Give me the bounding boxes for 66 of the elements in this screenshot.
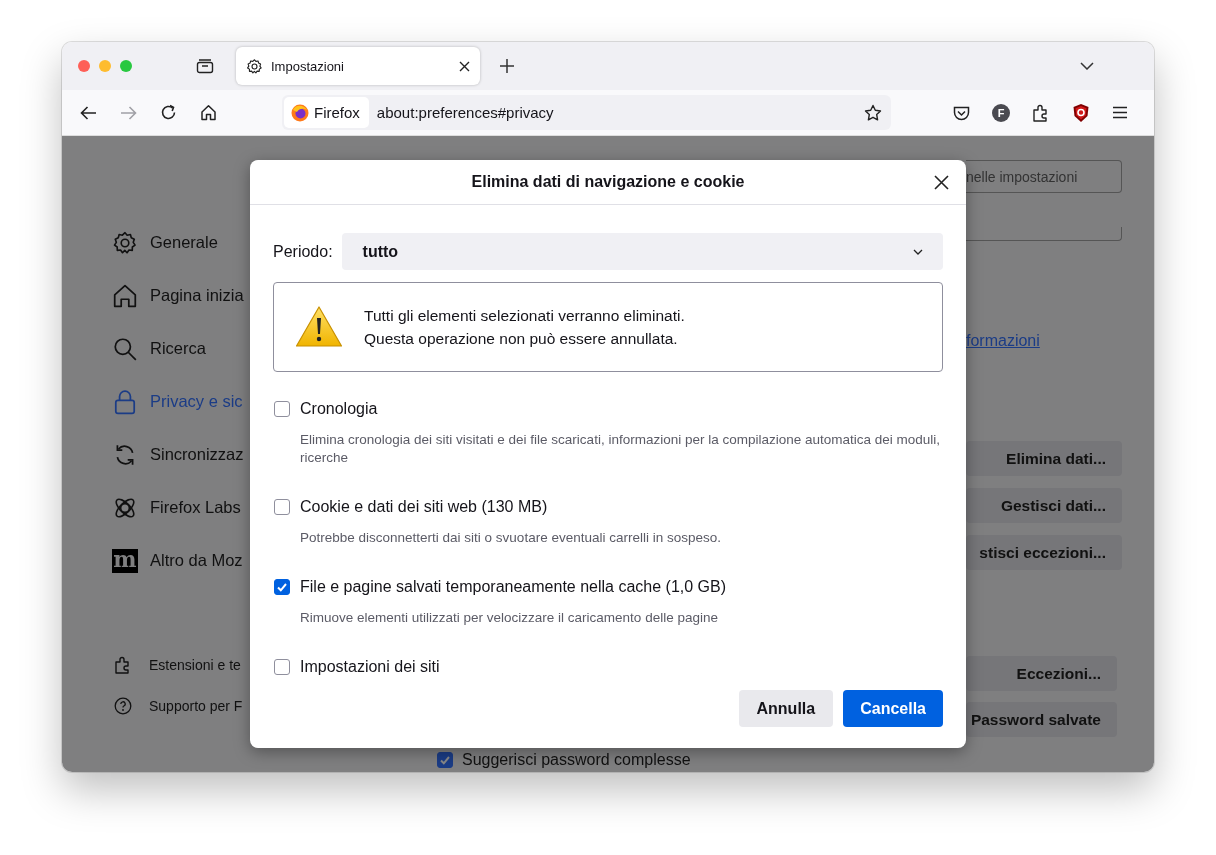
sidebar-item[interactable]: Pagina inizia <box>112 269 250 322</box>
confirm-button[interactable]: Cancella <box>843 690 943 727</box>
checkbox-label: File e pagine salvati temporaneamente nella cache (1,0 GB) <box>300 578 726 596</box>
back-icon[interactable] <box>80 105 97 120</box>
account-avatar[interactable]: F <box>992 103 1010 122</box>
search-field[interactable]: nelle impostazioni <box>966 160 1122 193</box>
sidebar-item[interactable]: m Altro da Moz <box>112 534 250 587</box>
checkbox[interactable] <box>274 659 290 675</box>
checkbox[interactable] <box>437 752 453 768</box>
new-tab-icon[interactable] <box>500 59 514 73</box>
menu-icon[interactable] <box>1112 106 1128 119</box>
search-icon <box>112 335 138 362</box>
sidebar-link[interactable]: Estensioni e te <box>114 656 250 674</box>
bookmark-star-icon[interactable] <box>864 103 882 122</box>
period-label: Periodo: <box>273 242 333 261</box>
period-dropdown[interactable]: tutto <box>341 233 943 270</box>
home-icon[interactable] <box>200 104 217 121</box>
sidebar-item[interactable]: Sincronizzaz <box>112 428 250 481</box>
firefox-logo-icon <box>291 103 309 122</box>
dialog-title: Elimina dati di navigazione e cookie <box>471 173 745 191</box>
settings-button[interactable]: Elimina dati... <box>966 441 1122 476</box>
tab-overview-icon[interactable] <box>196 58 214 74</box>
cancel-button[interactable]: Annulla <box>738 690 834 727</box>
settings-button[interactable]: Gestisci dati... <box>966 488 1122 523</box>
warning-text: Tutti gli elementi selezionati verranno eliminati. <box>364 306 685 325</box>
identity-chip[interactable]: Firefox <box>284 97 369 128</box>
checkbox-label: Impostazioni dei siti <box>300 658 440 676</box>
close-tab-icon[interactable] <box>459 60 470 72</box>
sidebar-item[interactable]: Ricerca <box>112 322 250 375</box>
checkbox[interactable] <box>274 401 290 417</box>
home-icon <box>112 282 138 309</box>
chevron-down-icon <box>913 248 923 255</box>
puzzle-icon <box>114 656 132 674</box>
address-bar[interactable]: Firefox about:preferences#privacy <box>282 95 891 130</box>
option-description: Elimina cronologia dei siti visitati e dei file scaricati, informazioni per la compilazione automatica dei moduli, ricerche <box>300 431 942 467</box>
option-description: Potrebbe disconnetterti dai siti o svuotare eventuali carrelli in sospeso. <box>300 529 722 547</box>
url-text: about:preferences#privacy <box>376 104 555 121</box>
pocket-icon[interactable] <box>953 104 970 121</box>
close-window-button[interactable] <box>78 60 90 72</box>
help-icon <box>114 697 132 715</box>
settings-button[interactable]: Password salvate <box>966 702 1117 737</box>
option-description: Rimuove elementi utilizzati per velocizzare il caricamento delle pagine <box>300 609 719 627</box>
close-icon[interactable] <box>934 175 949 190</box>
lock-icon <box>112 388 138 415</box>
link[interactable]: formazioni <box>966 332 1040 350</box>
reload-icon[interactable] <box>160 104 177 121</box>
mozilla-logo: m <box>112 548 138 573</box>
checkbox-label: Cookie e dati dei siti web (130 MB) <box>300 498 548 516</box>
sidebar-item[interactable]: Privacy e sic <box>112 375 250 428</box>
sidebar-item[interactable]: Generale <box>112 216 250 269</box>
settings-button[interactable]: stisci eccezioni... <box>966 535 1122 570</box>
settings-button[interactable]: Eccezioni... <box>966 656 1117 691</box>
puzzle-icon[interactable] <box>1032 103 1050 122</box>
shield-icon[interactable] <box>1072 102 1090 123</box>
gear-icon <box>246 57 263 75</box>
checkbox-label: Cronologia <box>300 400 378 418</box>
chevron-down-icon[interactable] <box>1080 62 1094 70</box>
gear-icon <box>112 229 138 256</box>
warning-text: Questa operazione non può essere annullata. <box>364 329 679 348</box>
sidebar-link[interactable]: Supporto per F <box>114 697 250 715</box>
browser-tab[interactable]: Impostazioni <box>236 47 480 85</box>
sidebar-item[interactable]: Firefox Labs <box>112 481 250 534</box>
warning-icon <box>295 305 343 349</box>
checkbox[interactable] <box>274 499 290 515</box>
checkbox[interactable] <box>274 579 290 595</box>
checkbox-label: Suggerisci password complesse <box>462 751 691 769</box>
